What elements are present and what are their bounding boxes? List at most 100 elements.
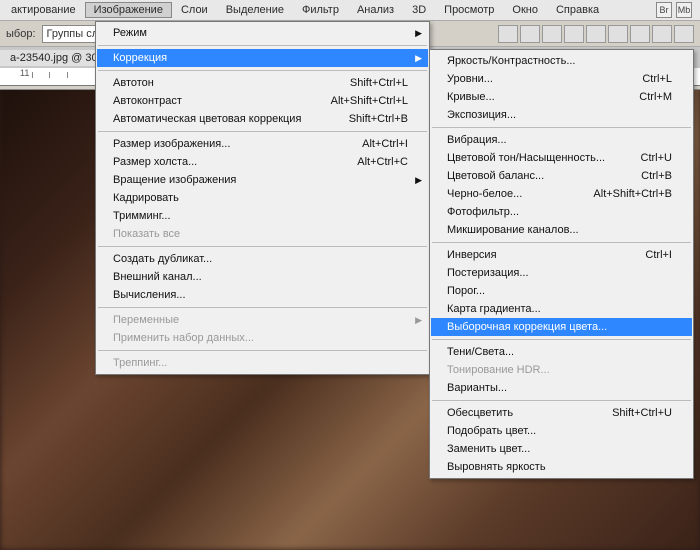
menu-item: Тонирование HDR... [431, 361, 692, 379]
align-icon[interactable] [520, 25, 540, 43]
dropdown-image-menu: Режим▶Коррекция▶АвтотонShift+Ctrl+LАвток… [95, 21, 430, 375]
menu-item[interactable]: Микширование каналов... [431, 221, 692, 239]
align-icon[interactable] [498, 25, 518, 43]
menu-separator [98, 70, 427, 71]
menu-item-label: Порог... [447, 285, 485, 297]
menu-item[interactable]: Цветовой тон/Насыщенность...Ctrl+U [431, 149, 692, 167]
menu-item[interactable]: Тримминг... [97, 207, 428, 225]
menu-item[interactable]: Размер холста...Alt+Ctrl+C [97, 153, 428, 171]
menu-item-shortcut: Alt+Shift+Ctrl+L [301, 95, 408, 107]
menu-item[interactable]: Режим▶ [97, 24, 428, 42]
menu-item-label: Кадрировать [113, 192, 179, 204]
menu-item[interactable]: Автоконтраст Alt+Shift+Ctrl+L [97, 92, 428, 110]
menu-item-label: Фотофильтр... [447, 206, 519, 218]
menu-item[interactable]: Цветовой баланс...Ctrl+B [431, 167, 692, 185]
menu-separator [98, 350, 427, 351]
menu-item-label: Размер холста... [113, 156, 197, 168]
menu-item-label: Инверсия [447, 249, 497, 261]
menu-item[interactable]: Варианты... [431, 379, 692, 397]
menu-item[interactable]: Тени/Света... [431, 343, 692, 361]
menu-item-label: Цветовой баланс... [447, 170, 544, 182]
align-icon[interactable] [564, 25, 584, 43]
menu-item[interactable]: Заменить цвет... [431, 440, 692, 458]
menu-item-shortcut: Shift+Ctrl+U [582, 407, 672, 419]
menu-item[interactable]: Кадрировать [97, 189, 428, 207]
menu-item-label: Постеризация... [447, 267, 529, 279]
menu-item-label: Коррекция [113, 52, 167, 64]
align-icon[interactable] [630, 25, 650, 43]
menu-item-label: Выборочная коррекция цвета... [447, 321, 607, 333]
bridge-icon[interactable]: Br [656, 2, 672, 18]
menu-image[interactable]: Изображение [85, 2, 172, 18]
menu-item[interactable]: Порог... [431, 282, 692, 300]
menu-item[interactable]: Постеризация... [431, 264, 692, 282]
menu-item[interactable]: Выровнять яркость [431, 458, 692, 476]
align-icon[interactable] [542, 25, 562, 43]
menu-item-label: Черно-белое... [447, 188, 522, 200]
menu-item-label: Выровнять яркость [447, 461, 546, 473]
menu-item[interactable]: Карта градиента... [431, 300, 692, 318]
menu-item[interactable]: Кривые...Ctrl+M [431, 88, 692, 106]
menu-item[interactable]: Выборочная коррекция цвета... [431, 318, 692, 336]
menu-item[interactable]: Фотофильтр... [431, 203, 692, 221]
align-icon[interactable] [608, 25, 628, 43]
align-icon[interactable] [652, 25, 672, 43]
menu-item[interactable]: ИнверсияCtrl+I [431, 246, 692, 264]
menu-item[interactable]: Черно-белое...Alt+Shift+Ctrl+B [431, 185, 692, 203]
menu-item-label: Треппинг... [113, 357, 167, 369]
menu-item-label: Применить набор данных... [113, 332, 254, 344]
ruler-tick [49, 72, 50, 78]
menu-view[interactable]: Просмотр [435, 2, 503, 18]
dropdown-correction-submenu: Яркость/Контрастность...Уровни...Ctrl+LК… [429, 49, 694, 479]
menu-3d[interactable]: 3D [403, 2, 435, 18]
menubar: актирование Изображение Слои Выделение Ф… [0, 0, 700, 21]
menubar-right-icons: Br Mb [656, 2, 698, 18]
menu-item-shortcut: Ctrl+U [611, 152, 672, 164]
menu-item[interactable]: Уровни...Ctrl+L [431, 70, 692, 88]
menu-item[interactable]: Вращение изображения▶ [97, 171, 428, 189]
minibridge-icon[interactable]: Mb [676, 2, 692, 18]
menu-filter[interactable]: Фильтр [293, 2, 348, 18]
submenu-arrow-icon: ▶ [415, 175, 422, 186]
menu-item-label: Режим [113, 27, 147, 39]
menu-separator [432, 242, 691, 243]
menu-item[interactable]: Создать дубликат... [97, 250, 428, 268]
ruler-tick [32, 72, 33, 78]
menu-item-label: Варианты... [447, 382, 507, 394]
menu-separator [432, 339, 691, 340]
menu-item[interactable]: Размер изображения...Alt+Ctrl+I [97, 135, 428, 153]
menu-layers[interactable]: Слои [172, 2, 217, 18]
menu-item[interactable]: Внешний канал... [97, 268, 428, 286]
document-tab[interactable]: а-23540.jpg @ 30 [0, 50, 109, 66]
align-icon[interactable] [586, 25, 606, 43]
menu-item: Треппинг... [97, 354, 428, 372]
menu-item: Показать все [97, 225, 428, 243]
menu-item-shortcut: Alt+Ctrl+I [332, 138, 408, 150]
menu-item[interactable]: Яркость/Контрастность... [431, 52, 692, 70]
menu-separator [98, 246, 427, 247]
menu-item[interactable]: Обесцветить Shift+Ctrl+U [431, 404, 692, 422]
menu-item-label: Вибрация... [447, 134, 507, 146]
menu-window[interactable]: Окно [503, 2, 547, 18]
ruler-tick [67, 72, 68, 78]
menu-item[interactable]: Автоматическая цветовая коррекцияShift+C… [97, 110, 428, 128]
menu-item-label: Кривые... [447, 91, 495, 103]
menu-item[interactable]: АвтотонShift+Ctrl+L [97, 74, 428, 92]
menu-item[interactable]: Подобрать цвет... [431, 422, 692, 440]
menu-item[interactable]: Коррекция▶ [97, 49, 428, 67]
menu-help[interactable]: Справка [547, 2, 608, 18]
menu-item-label: Микширование каналов... [447, 224, 579, 236]
menu-edit[interactable]: актирование [2, 2, 85, 18]
menu-item-label: Карта градиента... [447, 303, 541, 315]
menu-analysis[interactable]: Анализ [348, 2, 403, 18]
menu-item-label: Обесцветить [447, 407, 513, 419]
option-label-selection: ыбор: [6, 28, 36, 40]
align-icon[interactable] [674, 25, 694, 43]
menu-item[interactable]: Вибрация... [431, 131, 692, 149]
menu-item-label: Заменить цвет... [447, 443, 530, 455]
menu-item-label: Автоконтраст [113, 95, 182, 107]
menu-item[interactable]: Вычисления... [97, 286, 428, 304]
menu-item: Применить набор данных... [97, 329, 428, 347]
menu-item[interactable]: Экспозиция... [431, 106, 692, 124]
menu-select[interactable]: Выделение [217, 2, 293, 18]
